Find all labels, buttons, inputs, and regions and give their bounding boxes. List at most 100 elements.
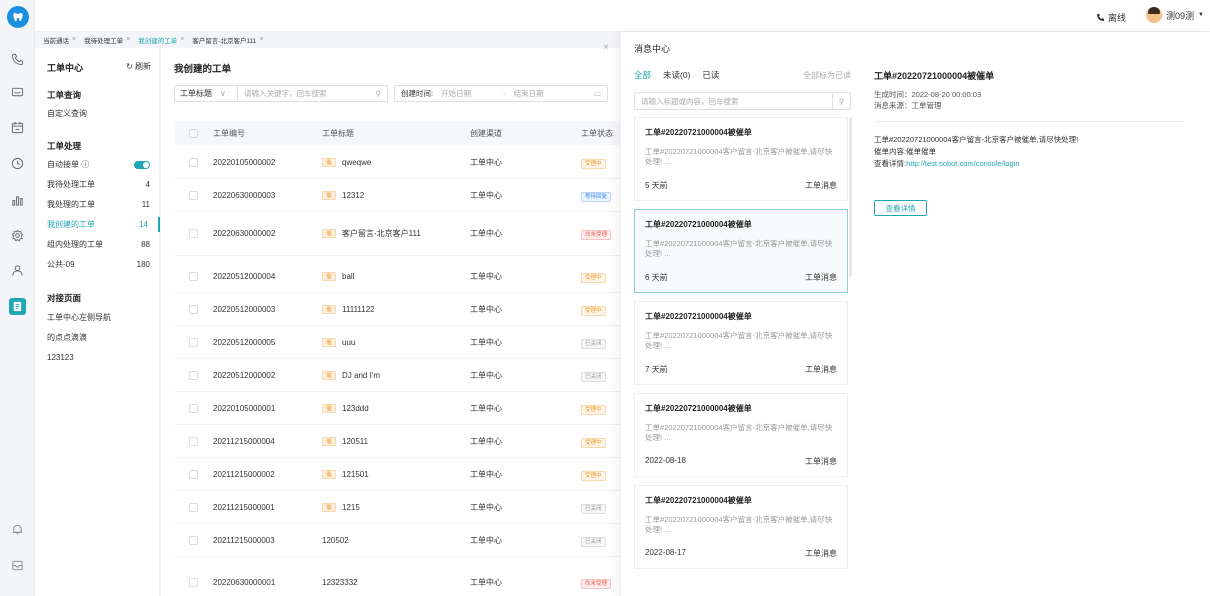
tab-unread[interactable]: 未读(0) [663,69,690,81]
ticket-title[interactable]: 催 uuu [322,337,355,347]
tab-current-call[interactable]: 当前通话 × [39,35,80,45]
ticket-title[interactable]: 催 1215 [322,502,360,512]
date-range-picker[interactable]: 创建时间: 开始日期 - 结束日期 ▭ [394,85,608,102]
row-checkbox[interactable] [189,469,198,479]
close-icon[interactable]: × [126,36,130,43]
message-search-input[interactable]: 请输入标题或内容，回车搜索 ⚲ [634,92,851,110]
ticket-title[interactable]: 催 120511 [322,436,368,446]
auto-accept-toggle[interactable] [134,160,150,169]
table-row[interactable]: 20220512000002 催 DJ and I'm 工单中心 已关闭 [174,359,620,392]
sidebar-item-dock-123[interactable]: 123123 [35,350,160,365]
ticket-title[interactable]: 120502 [322,536,349,545]
settings-icon[interactable] [9,227,26,244]
ticket-title[interactable]: 催 123ddd [322,403,369,413]
row-checkbox[interactable] [189,535,198,545]
message-card[interactable]: 工单#20220721000004被催单 工单#20220721000004客户… [634,393,848,477]
chat-icon[interactable] [9,84,26,101]
calendar-icon[interactable] [9,119,26,136]
ticket-id: 20211215000001 [213,502,275,512]
tab-read[interactable]: 已读 [702,69,719,81]
tab-pending[interactable]: 我待处理工单 × [80,35,134,45]
bell-icon[interactable] [9,521,26,538]
ticket-channel: 工单中心 [470,502,502,512]
row-checkbox[interactable] [189,577,198,587]
sidebar-item-pending[interactable]: 我待处理工单 4 [35,177,160,192]
close-icon[interactable]: × [603,42,609,53]
table-row[interactable]: 20220630000002 催客户留言-北京客户111 工单中心 尚未受理 [174,211,620,256]
table-row[interactable]: 20211215000004 催 120511 工单中心 受理中 [174,425,620,458]
row-checkbox[interactable] [189,304,198,314]
ticket-title[interactable]: 催 121501 [322,469,369,479]
app-logo-icon[interactable] [7,6,29,28]
close-icon[interactable]: × [180,36,184,43]
sidebar-item-dock-nav[interactable]: 工单中心左侧导航 [35,310,160,325]
table-row[interactable]: 20211215000002 催 121501 工单中心 受理中 [174,458,620,491]
agent-status[interactable]: 离线 [1096,11,1126,24]
message-card-body: 工单#20220721000004客户留言-北京客户被催单,请尽快处理! ... [645,239,833,258]
search-icon[interactable]: ⚲ [832,93,850,109]
row-checkbox[interactable] [189,157,198,167]
ticket-title[interactable]: 催 ball [322,271,354,281]
sidebar-item-public[interactable]: 公共-09 180 [35,257,160,272]
scrollbar[interactable] [849,117,852,277]
row-checkbox[interactable] [189,436,198,446]
date-label: 创建时间: [401,89,434,98]
view-detail-button[interactable]: 查看详情 [874,200,927,216]
message-card[interactable]: 工单#20220721000004被催单 工单#20220721000004客户… [634,209,848,293]
message-card-body: 工单#20220721000004客户留言-北京客户被催单,请尽快处理! ... [645,515,833,534]
sidebar-item-created[interactable]: 我创建的工单 14 [35,217,160,232]
ticket-title[interactable]: 12323332 [322,578,358,587]
row-checkbox[interactable] [189,337,198,347]
tab-all[interactable]: 全部 [634,69,651,81]
row-checkbox[interactable] [189,190,198,200]
ticket-title[interactable]: 催 12312 [322,190,364,200]
row-checkbox[interactable] [189,370,198,380]
detail-meta: 生成时间：2022-08-20 00:00:03 消息来源：工单管理 [874,89,981,111]
user-icon[interactable] [9,262,26,279]
row-checkbox[interactable] [189,502,198,512]
sidebar-item-label: 我创建的工单 [47,220,95,229]
clock-icon[interactable] [9,155,26,172]
section-process: 工单处理 [47,141,82,151]
ticket-title[interactable]: 催 11111122 [322,304,375,314]
table-row[interactable]: 20220512000004 催 ball 工单中心 受理中 [174,260,620,293]
sidebar-item-custom-query[interactable]: 自定义查询 [35,106,160,121]
message-card[interactable]: 工单#20220721000004被催单 工单#20220721000004客户… [634,485,848,569]
stats-icon[interactable] [9,192,26,209]
urgent-tag: 催 [322,469,336,479]
mark-all-read-button[interactable]: 全部标为已读 [803,70,851,81]
table-row[interactable]: 20220630000003 催 12312 工单中心 等待回复 [174,179,620,212]
inbox-icon[interactable] [9,557,26,574]
sidebar-item-group[interactable]: 组内处理的工单 88 [35,237,160,252]
close-icon[interactable]: × [72,36,76,43]
ticket-title[interactable]: 催 DJ and I'm [322,370,380,380]
table-row[interactable]: 20211215000001 催 1215 工单中心 已关闭 [174,491,620,524]
refresh-button[interactable]: ↻ 刷新 [126,61,151,72]
select-all-checkbox[interactable] [189,128,198,138]
table-row[interactable]: 20220512000003 催 11111122 工单中心 受理中 [174,293,620,326]
tab-customer-message[interactable]: 客户留言-北京客户111 × [188,35,267,45]
table-row[interactable]: 20220105000002 催 qweqwe 工单中心 受理中 [174,146,620,179]
sidebar-item-dock-dots[interactable]: 的点点滴滴 [35,330,160,345]
row-checkbox[interactable] [189,271,198,281]
table-row[interactable]: 20220105000001 催 123ddd 工单中心 受理中 [174,392,620,425]
message-card[interactable]: 工单#20220721000004被催单 工单#20220721000004客户… [634,117,848,201]
ticket-list-panel: 我创建的工单 工单标题 ∨ 请输入关键字，回车搜索 ⚲ 创建时间: 开始日期 - 结… [161,48,620,596]
user-menu[interactable]: 测09测 ▼ [1146,7,1204,23]
row-checkbox[interactable] [189,228,198,238]
table-row[interactable]: 20211215000003 120502 工单中心 已关闭 [174,524,620,557]
ticket-title[interactable]: 催 qweqwe [322,157,371,167]
ticket-title[interactable]: 催客户留言-北京客户111 [322,228,421,239]
table-row[interactable]: 20220630000001 12323332 工单中心 尚未受理 [174,566,620,596]
message-card[interactable]: 工单#20220721000004被催单 工单#20220721000004客户… [634,301,848,385]
phone-icon[interactable] [9,51,26,68]
table-row[interactable]: 20220512000005 催 uuu 工单中心 已关闭 [174,326,620,359]
ticket-icon[interactable] [9,298,26,315]
sidebar-item-handled[interactable]: 我处理的工单 11 [35,197,160,212]
tab-created[interactable]: 我创建的工单 × [134,35,188,45]
detail-link[interactable]: http://test.sobot.com/console/login [906,159,1019,168]
search-input[interactable]: 请输入关键字，回车搜索 ⚲ [238,85,388,102]
field-select[interactable]: 工单标题 ∨ [174,85,238,102]
close-icon[interactable]: × [259,36,263,43]
row-checkbox[interactable] [189,403,198,413]
